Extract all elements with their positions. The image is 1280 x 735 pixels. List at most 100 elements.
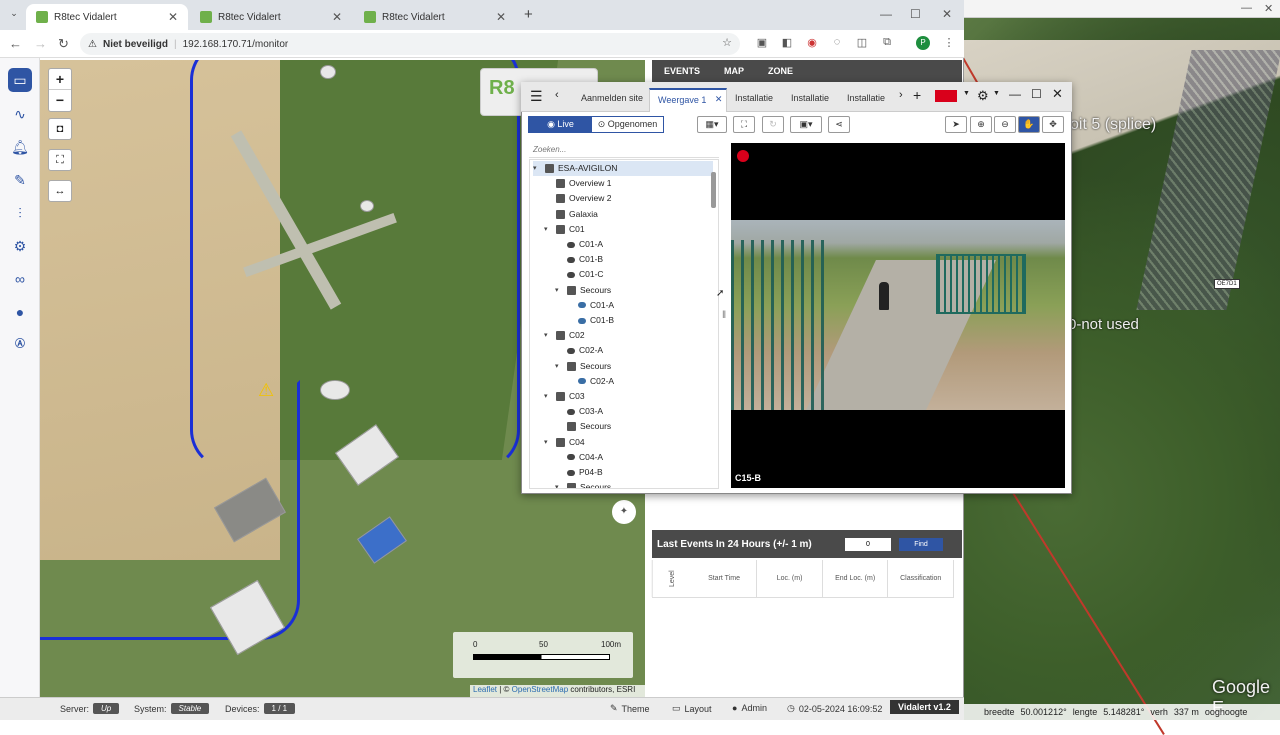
browser-tab[interactable]: R8tec Vidalert ✕ bbox=[354, 4, 516, 30]
splitter-handle[interactable]: ‖ bbox=[722, 310, 726, 321]
maximize-icon[interactable]: ☐ bbox=[1031, 87, 1042, 101]
tab-events[interactable]: EVENTS bbox=[652, 60, 713, 84]
zoom-in-icon[interactable]: ⊕ bbox=[970, 116, 992, 133]
tree-item[interactable]: Secours bbox=[555, 419, 713, 434]
tab-scroll-right-icon[interactable]: › bbox=[899, 89, 903, 101]
tree-item[interactable]: P04-B bbox=[555, 465, 713, 480]
tree-item[interactable]: ▾ C02 bbox=[544, 328, 713, 343]
extension-icon[interactable]: ◉ bbox=[805, 36, 819, 50]
new-tab-icon[interactable]: + bbox=[524, 6, 533, 23]
expand-arrow-icon[interactable]: ▾ bbox=[533, 161, 541, 176]
fullscreen-icon[interactable]: ⛶ bbox=[48, 149, 72, 171]
voicemail-icon[interactable]: ∞ bbox=[8, 267, 32, 291]
monitor-icon[interactable]: ▭ bbox=[8, 68, 32, 92]
tree-item[interactable]: C02-A bbox=[566, 374, 713, 389]
extension-icon[interactable]: ◫ bbox=[855, 36, 869, 50]
tab-weergave-1[interactable]: Weergave 1 ✕ bbox=[649, 88, 728, 112]
menu-kebab-icon[interactable]: ⋮ bbox=[942, 36, 956, 50]
user-menu[interactable]: ● Admin bbox=[732, 703, 767, 713]
warning-marker-icon[interactable]: ⚠ bbox=[258, 380, 274, 401]
browser-tab[interactable]: R8tec Vidalert ✕ bbox=[26, 4, 188, 30]
tab-map[interactable]: MAP bbox=[712, 60, 756, 84]
leaflet-link[interactable]: Leaflet bbox=[473, 685, 497, 694]
zoom-in-button[interactable]: + bbox=[49, 69, 71, 90]
minimize-icon[interactable]: — bbox=[880, 7, 892, 21]
tree-item[interactable]: C01-B bbox=[555, 252, 713, 267]
save-icon[interactable]: ▣▾ bbox=[790, 116, 822, 133]
profile-avatar[interactable]: P bbox=[916, 36, 930, 50]
tree-item[interactable]: C04-A bbox=[555, 450, 713, 465]
security-label[interactable]: Niet beveiligd bbox=[103, 39, 168, 50]
tab-aanmelden-site[interactable]: Aanmelden site bbox=[573, 88, 651, 112]
bell-icon[interactable]: 🔔︎ bbox=[8, 135, 32, 159]
column-header[interactable]: Level bbox=[652, 560, 692, 597]
column-header[interactable]: Loc. (m) bbox=[757, 560, 823, 597]
extension-icon[interactable]: ◧ bbox=[780, 36, 794, 50]
tree-item[interactable]: C01-A bbox=[566, 298, 713, 313]
fullscreen-icon[interactable]: ⛶ bbox=[733, 116, 755, 133]
close-tab-icon[interactable]: ✕ bbox=[332, 10, 342, 24]
fit-width-icon[interactable]: ↔ bbox=[48, 180, 72, 202]
column-header[interactable]: End Loc. (m) bbox=[823, 560, 889, 597]
sliders-icon[interactable]: ⫶ bbox=[8, 201, 32, 225]
gear-icon[interactable]: ⚙ bbox=[8, 234, 32, 258]
user-icon[interactable]: ● bbox=[8, 300, 32, 324]
column-header[interactable]: Start Time bbox=[692, 560, 758, 597]
close-tab-icon[interactable]: ✕ bbox=[496, 10, 506, 24]
edit-icon[interactable]: ✎ bbox=[8, 168, 32, 192]
layout-button[interactable]: ▭ Layout bbox=[672, 703, 712, 714]
activity-icon[interactable]: ∿ bbox=[8, 102, 32, 126]
back-icon[interactable]: ← bbox=[9, 36, 22, 51]
chevron-down-icon[interactable]: ▼ bbox=[993, 90, 1000, 97]
expand-arrow-icon[interactable]: ▾ bbox=[544, 222, 552, 237]
tree-item[interactable]: Overview 1 bbox=[544, 176, 713, 191]
reload-icon[interactable]: ↻ bbox=[58, 36, 69, 52]
tree-item[interactable]: ▾ C01 bbox=[544, 222, 713, 237]
extension-icon[interactable]: ◌ bbox=[830, 36, 844, 50]
close-icon[interactable]: ✕ bbox=[1264, 2, 1273, 15]
zoom-out-button[interactable]: − bbox=[49, 90, 71, 111]
hamburger-menu-icon[interactable]: ☰ bbox=[530, 88, 543, 105]
gear-icon[interactable]: ⚙ bbox=[977, 88, 989, 104]
tab-installatie[interactable]: Installatie bbox=[783, 88, 837, 112]
share-icon[interactable]: ⋖ bbox=[828, 116, 850, 133]
search-input[interactable]: Zoeken... bbox=[529, 142, 719, 158]
find-button[interactable]: Find bbox=[899, 537, 943, 551]
minimize-icon[interactable]: — bbox=[1009, 87, 1021, 101]
tab-installatie[interactable]: Installatie bbox=[727, 88, 781, 112]
expand-arrow-icon[interactable]: ▾ bbox=[544, 328, 552, 343]
tree-scrollbar[interactable] bbox=[711, 172, 716, 208]
warning-icon[interactable]: ⚠ bbox=[88, 39, 97, 50]
zoom-out-icon[interactable]: ⊖ bbox=[994, 116, 1016, 133]
live-button[interactable]: ◉ Live bbox=[529, 117, 592, 132]
tab-search-icon[interactable]: ⌄ bbox=[6, 8, 22, 22]
camera-icon[interactable]: ◘ bbox=[48, 118, 72, 140]
refresh-icon[interactable]: ↻ bbox=[762, 116, 784, 133]
close-tab-icon[interactable]: ✕ bbox=[168, 10, 178, 24]
close-tab-icon[interactable]: ✕ bbox=[715, 94, 723, 105]
tree-item[interactable]: ▾ C03 bbox=[544, 389, 713, 404]
minutes-input[interactable] bbox=[845, 537, 891, 551]
tree-item[interactable]: ▾ Secours bbox=[555, 283, 713, 298]
ai-icon[interactable]: Ⓐ bbox=[8, 333, 32, 357]
expand-arrow-icon[interactable]: ▾ bbox=[555, 480, 563, 488]
tree-item[interactable]: C01-A bbox=[555, 237, 713, 252]
tree-item[interactable]: C03-A bbox=[555, 404, 713, 419]
pointer-icon[interactable]: ➤ bbox=[945, 116, 967, 133]
tree-item[interactable]: ▾ C04 bbox=[544, 435, 713, 450]
tree-item[interactable]: C01-C bbox=[555, 267, 713, 282]
bookmark-star-icon[interactable]: ☆ bbox=[720, 36, 734, 50]
tree-item[interactable]: Galaxia bbox=[544, 207, 713, 222]
column-header[interactable]: Classification bbox=[888, 560, 954, 597]
tree-item[interactable]: C01-B bbox=[566, 313, 713, 328]
address-bar[interactable]: ⚠ Niet beveiligd | 192.168.170.71/monito… bbox=[80, 33, 740, 55]
move-icon[interactable]: ✥ bbox=[1042, 116, 1064, 133]
expand-arrow-icon[interactable]: ▾ bbox=[544, 389, 552, 404]
osm-link[interactable]: OpenStreetMap bbox=[512, 685, 568, 694]
theme-button[interactable]: ✎ Theme bbox=[610, 703, 650, 714]
pan-hand-icon[interactable]: ✋ bbox=[1018, 116, 1040, 133]
alarm-indicator[interactable] bbox=[935, 90, 957, 102]
url-text[interactable]: 192.168.170.71/monitor bbox=[183, 39, 289, 50]
close-icon[interactable]: ✕ bbox=[942, 7, 952, 21]
extension-icon[interactable]: ▣ bbox=[755, 36, 769, 50]
